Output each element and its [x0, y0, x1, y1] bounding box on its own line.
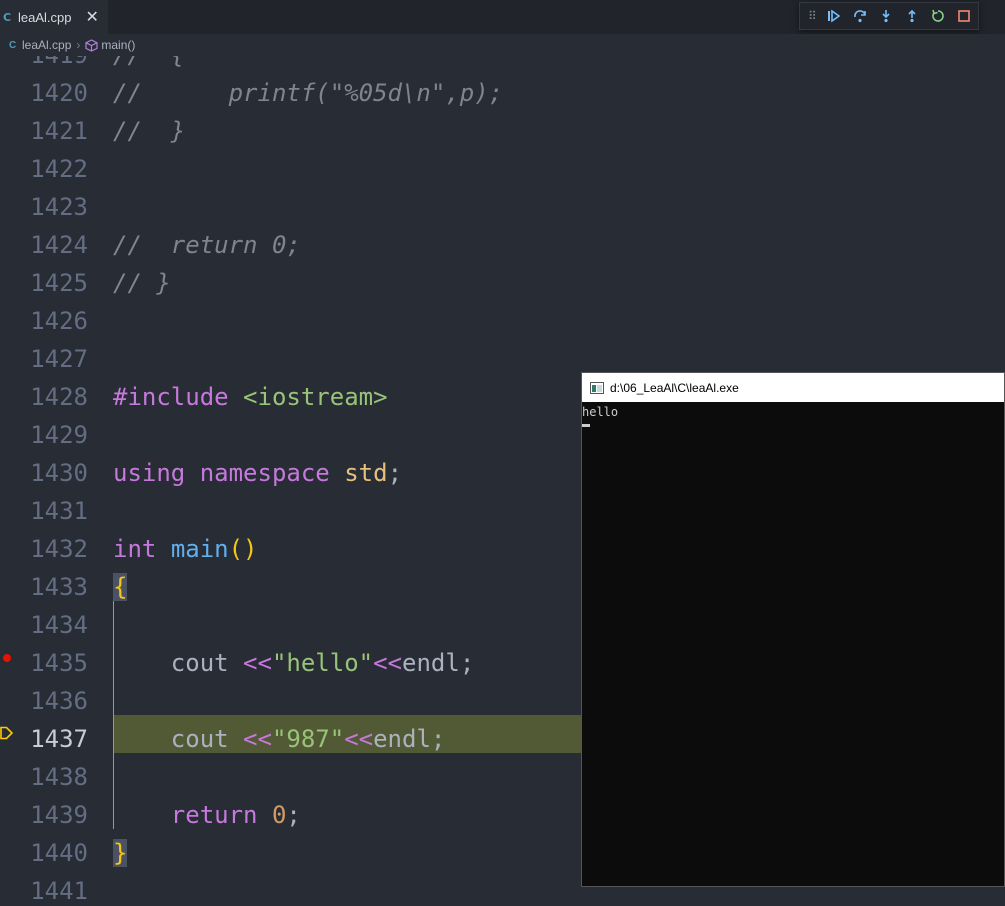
code-text: return 0;: [170, 801, 301, 829]
method-cube-icon: [85, 38, 98, 52]
restart-button[interactable]: [928, 6, 948, 26]
breadcrumb-file[interactable]: leaAl.cpp: [22, 38, 71, 52]
tab-leaal-cpp[interactable]: C leaAl.cpp ✕: [0, 0, 108, 34]
breadcrumb: C leaAl.cpp › main(): [0, 34, 1005, 56]
line-number[interactable]: 1437: [0, 720, 88, 758]
line-number[interactable]: 1428: [0, 378, 88, 416]
code-text: #include <iostream>: [113, 383, 388, 411]
code-line[interactable]: 1425 // }: [0, 264, 1005, 302]
step-out-button[interactable]: [902, 6, 922, 26]
line-number[interactable]: 1432: [0, 530, 88, 568]
tab-label: leaAl.cpp: [18, 9, 72, 25]
continue-icon: [828, 9, 841, 23]
stop-button[interactable]: [954, 6, 974, 26]
line-number[interactable]: 1441: [0, 872, 88, 906]
line-number[interactable]: 1419: [0, 56, 88, 74]
continue-button[interactable]: [824, 6, 844, 26]
console-cursor: [582, 424, 590, 427]
line-number[interactable]: 1436: [0, 682, 88, 720]
line-number[interactable]: 1430: [0, 454, 88, 492]
code-text: // return 0;: [113, 231, 301, 259]
code-line[interactable]: 1420 // printf("%05d\n",p);: [0, 74, 1005, 112]
line-number[interactable]: 1431: [0, 492, 88, 530]
line-number[interactable]: 1433: [0, 568, 88, 606]
restart-icon: [932, 9, 944, 22]
line-number[interactable]: 1438: [0, 758, 88, 796]
code-text: int main(): [113, 535, 258, 563]
step-out-icon: [908, 9, 916, 23]
code-line[interactable]: 1424 // return 0;: [0, 226, 1005, 264]
line-number[interactable]: 1435: [0, 644, 88, 682]
line-number[interactable]: 1440: [0, 834, 88, 872]
code-text: cout <<"987"<<endl;: [170, 725, 446, 753]
cpp-file-icon: C: [9, 39, 17, 51]
line-number[interactable]: 1429: [0, 416, 88, 454]
console-output-text: hello: [582, 405, 619, 419]
line-number[interactable]: 1434: [0, 606, 88, 644]
console-titlebar[interactable]: d:\06_LeaAl\C\leaAl.exe: [582, 373, 1004, 402]
code-line[interactable]: 1426: [0, 302, 1005, 340]
drag-handle-icon[interactable]: ⠿: [808, 9, 818, 23]
debug-toolbar: ⠿: [799, 2, 979, 30]
tab-bar: C leaAl.cpp ✕ ⠿: [0, 0, 1005, 34]
line-number[interactable]: 1439: [0, 796, 88, 834]
code-line[interactable]: 1423: [0, 188, 1005, 226]
line-number[interactable]: 1421: [0, 112, 88, 150]
console-output: hello: [582, 402, 1004, 427]
step-over-icon: [854, 10, 866, 23]
console-app-icon: [590, 381, 604, 394]
code-text: using namespace std;: [113, 459, 403, 487]
line-number[interactable]: 1422: [0, 150, 88, 188]
code-text: // printf("%05d\n",p);: [113, 79, 504, 107]
step-into-icon: [882, 10, 890, 23]
code-line[interactable]: 1419 // {: [0, 56, 1005, 74]
step-over-button[interactable]: [850, 6, 870, 26]
breadcrumb-symbol[interactable]: main(): [101, 38, 135, 52]
stop-icon: [958, 10, 970, 22]
code-text: // }: [113, 269, 171, 297]
console-title: d:\06_LeaAl\C\leaAl.exe: [610, 380, 739, 395]
code-text: // {: [113, 56, 185, 74]
code-line[interactable]: 1421 // }: [0, 112, 1005, 150]
line-number[interactable]: 1425: [0, 264, 88, 302]
line-number[interactable]: 1427: [0, 340, 88, 378]
cpp-file-icon: C: [3, 10, 12, 24]
close-icon[interactable]: ✕: [85, 9, 98, 25]
code-text: }: [113, 839, 128, 867]
line-number[interactable]: 1424: [0, 226, 88, 264]
line-number[interactable]: 1423: [0, 188, 88, 226]
line-number[interactable]: 1420: [0, 74, 88, 112]
code-text: cout <<"hello"<<endl;: [170, 649, 475, 677]
code-text: // }: [113, 117, 186, 145]
chevron-right-icon: ›: [76, 38, 81, 52]
console-window[interactable]: d:\06_LeaAl\C\leaAl.exe hello: [581, 372, 1005, 887]
code-text: {: [113, 573, 128, 601]
line-number[interactable]: 1426: [0, 302, 88, 340]
code-line[interactable]: 1422: [0, 150, 1005, 188]
step-into-button[interactable]: [876, 6, 896, 26]
